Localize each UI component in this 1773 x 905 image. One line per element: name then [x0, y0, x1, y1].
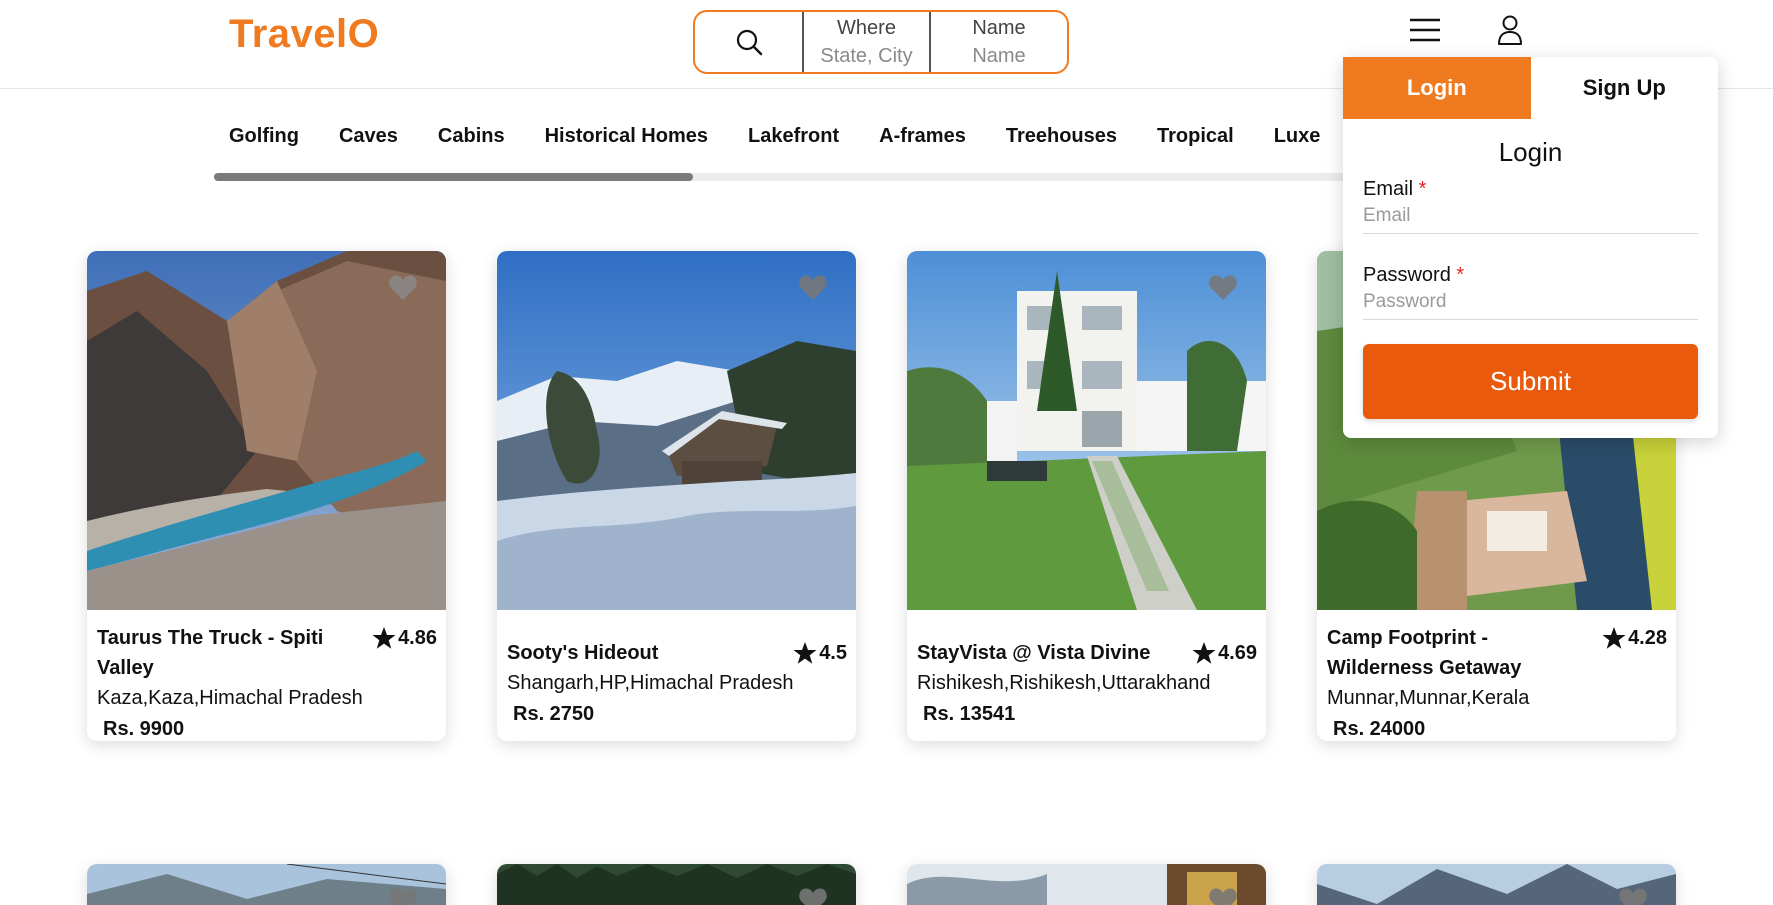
where-field: Where	[804, 12, 931, 72]
star-icon	[793, 642, 817, 664]
listing-title-row: Camp Footprint - Wilderness Getaway 4.28	[1327, 623, 1667, 683]
listing-card[interactable]	[497, 864, 856, 905]
rating-value: 4.28	[1628, 627, 1667, 649]
star-icon	[1602, 627, 1626, 649]
email-label: Email *	[1363, 178, 1698, 201]
rating-value: 4.86	[398, 627, 437, 649]
name-label: Name	[972, 16, 1026, 39]
rating-value: 4.69	[1218, 642, 1257, 664]
listing-price: Rs. 9900	[103, 718, 185, 740]
listing-title-row: Taurus The Truck - Spiti Valley 4.86	[97, 623, 437, 683]
listing-price: Rs. 2750	[513, 703, 595, 725]
password-label-text: Password	[1363, 264, 1451, 286]
category-strip: Golfing Caves Cabins Historical Homes Lakefr…	[229, 118, 1349, 154]
listing-price: Rs. 13541	[923, 703, 1016, 725]
listing-location: Kaza,Kaza,Himachal Pradesh	[97, 687, 363, 709]
name-input[interactable]	[931, 44, 1067, 68]
email-field[interactable]	[1363, 201, 1698, 234]
category-caves[interactable]: Caves	[339, 118, 398, 154]
listing-info: Taurus The Truck - Spiti Valley 4.86 Kaz…	[97, 623, 437, 741]
required-marker: *	[1456, 264, 1465, 286]
category-cabins[interactable]: Cabins	[438, 118, 505, 154]
search-button[interactable]	[695, 12, 804, 72]
heart-icon[interactable]	[1208, 886, 1238, 905]
required-marker: *	[1418, 178, 1427, 200]
heart-icon[interactable]	[388, 273, 418, 301]
search-bar: Where Name	[693, 10, 1069, 74]
category-treehouses[interactable]: Treehouses	[1006, 118, 1117, 154]
category-scroll-thumb[interactable]	[214, 173, 693, 181]
rating-value: 4.5	[819, 642, 847, 664]
email-group: Email *	[1363, 178, 1698, 234]
listing-info: StayVista @ Vista Divine 4.69 Rishikesh,…	[917, 638, 1257, 730]
listing-price: Rs. 24000	[1333, 718, 1426, 740]
star-icon	[372, 627, 396, 649]
listing-card[interactable]: StayVista @ Vista Divine 4.69 Rishikesh,…	[907, 251, 1266, 741]
name-field: Name	[931, 12, 1067, 72]
login-dropdown: Login Sign Up Login Email * Password * S…	[1343, 57, 1718, 438]
category-golfing[interactable]: Golfing	[229, 118, 299, 154]
login-form-title: Login	[1498, 137, 1563, 167]
listing-location: Munnar,Munnar,Kerala	[1327, 687, 1530, 709]
listing-card[interactable]	[87, 864, 446, 905]
tab-signup[interactable]: Sign Up	[1531, 57, 1719, 119]
listing-card[interactable]: Taurus The Truck - Spiti Valley 4.86 Kaz…	[87, 251, 446, 741]
email-label-text: Email	[1363, 178, 1414, 200]
heart-icon[interactable]	[798, 273, 828, 301]
listing-title[interactable]: Sooty's Hideout	[507, 638, 767, 668]
heart-icon[interactable]	[798, 886, 828, 905]
listing-title[interactable]: Taurus The Truck - Spiti Valley	[97, 623, 357, 683]
user-icon[interactable]	[1496, 14, 1524, 46]
listing-card[interactable]	[907, 864, 1266, 905]
listing-location: Shangarh,HP,Himachal Pradesh	[507, 672, 794, 694]
submit-button[interactable]: Submit	[1363, 344, 1698, 419]
listing-rating: 4.69	[1192, 638, 1257, 668]
listing-title-row: StayVista @ Vista Divine 4.69	[917, 638, 1257, 668]
listing-card[interactable]: Sooty's Hideout 4.5 Shangarh,HP,Himachal…	[497, 251, 856, 741]
brand-logo[interactable]: TravelO	[229, 12, 379, 57]
category-tropical[interactable]: Tropical	[1157, 118, 1234, 154]
where-label: Where	[837, 16, 896, 39]
where-input[interactable]	[804, 44, 929, 68]
category-historical-homes[interactable]: Historical Homes	[545, 118, 708, 154]
password-field[interactable]	[1363, 287, 1698, 320]
listing-card[interactable]	[1317, 864, 1676, 905]
listing-info: Sooty's Hideout 4.5 Shangarh,HP,Himachal…	[507, 638, 847, 730]
listing-title[interactable]: Camp Footprint - Wilderness Getaway	[1327, 623, 1587, 683]
listing-rating: 4.86	[372, 623, 437, 653]
listing-image[interactable]	[907, 251, 1266, 610]
password-group: Password *	[1363, 264, 1698, 320]
listing-title[interactable]: StayVista @ Vista Divine	[917, 638, 1177, 668]
heart-icon[interactable]	[1618, 886, 1648, 905]
category-a-frames[interactable]: A-frames	[879, 118, 966, 154]
star-icon	[1192, 642, 1216, 664]
search-icon	[736, 29, 762, 56]
listing-image[interactable]	[87, 251, 446, 610]
hamburger-menu-icon[interactable]	[1408, 17, 1442, 43]
heart-icon[interactable]	[1208, 273, 1238, 301]
password-label: Password *	[1363, 264, 1698, 287]
category-lakefront[interactable]: Lakefront	[748, 118, 839, 154]
heart-icon[interactable]	[388, 886, 418, 905]
listing-rating: 4.28	[1602, 623, 1667, 653]
listing-location: Rishikesh,Rishikesh,Uttarakhand	[917, 672, 1211, 694]
listing-info: Camp Footprint - Wilderness Getaway 4.28…	[1327, 623, 1667, 741]
listing-title-row: Sooty's Hideout 4.5	[507, 638, 847, 668]
listing-rating: 4.5	[793, 638, 847, 668]
listing-image[interactable]	[497, 251, 856, 610]
category-luxe[interactable]: Luxe	[1274, 118, 1321, 154]
tab-login[interactable]: Login	[1343, 57, 1531, 119]
auth-tabs: Login Sign Up	[1343, 57, 1718, 119]
